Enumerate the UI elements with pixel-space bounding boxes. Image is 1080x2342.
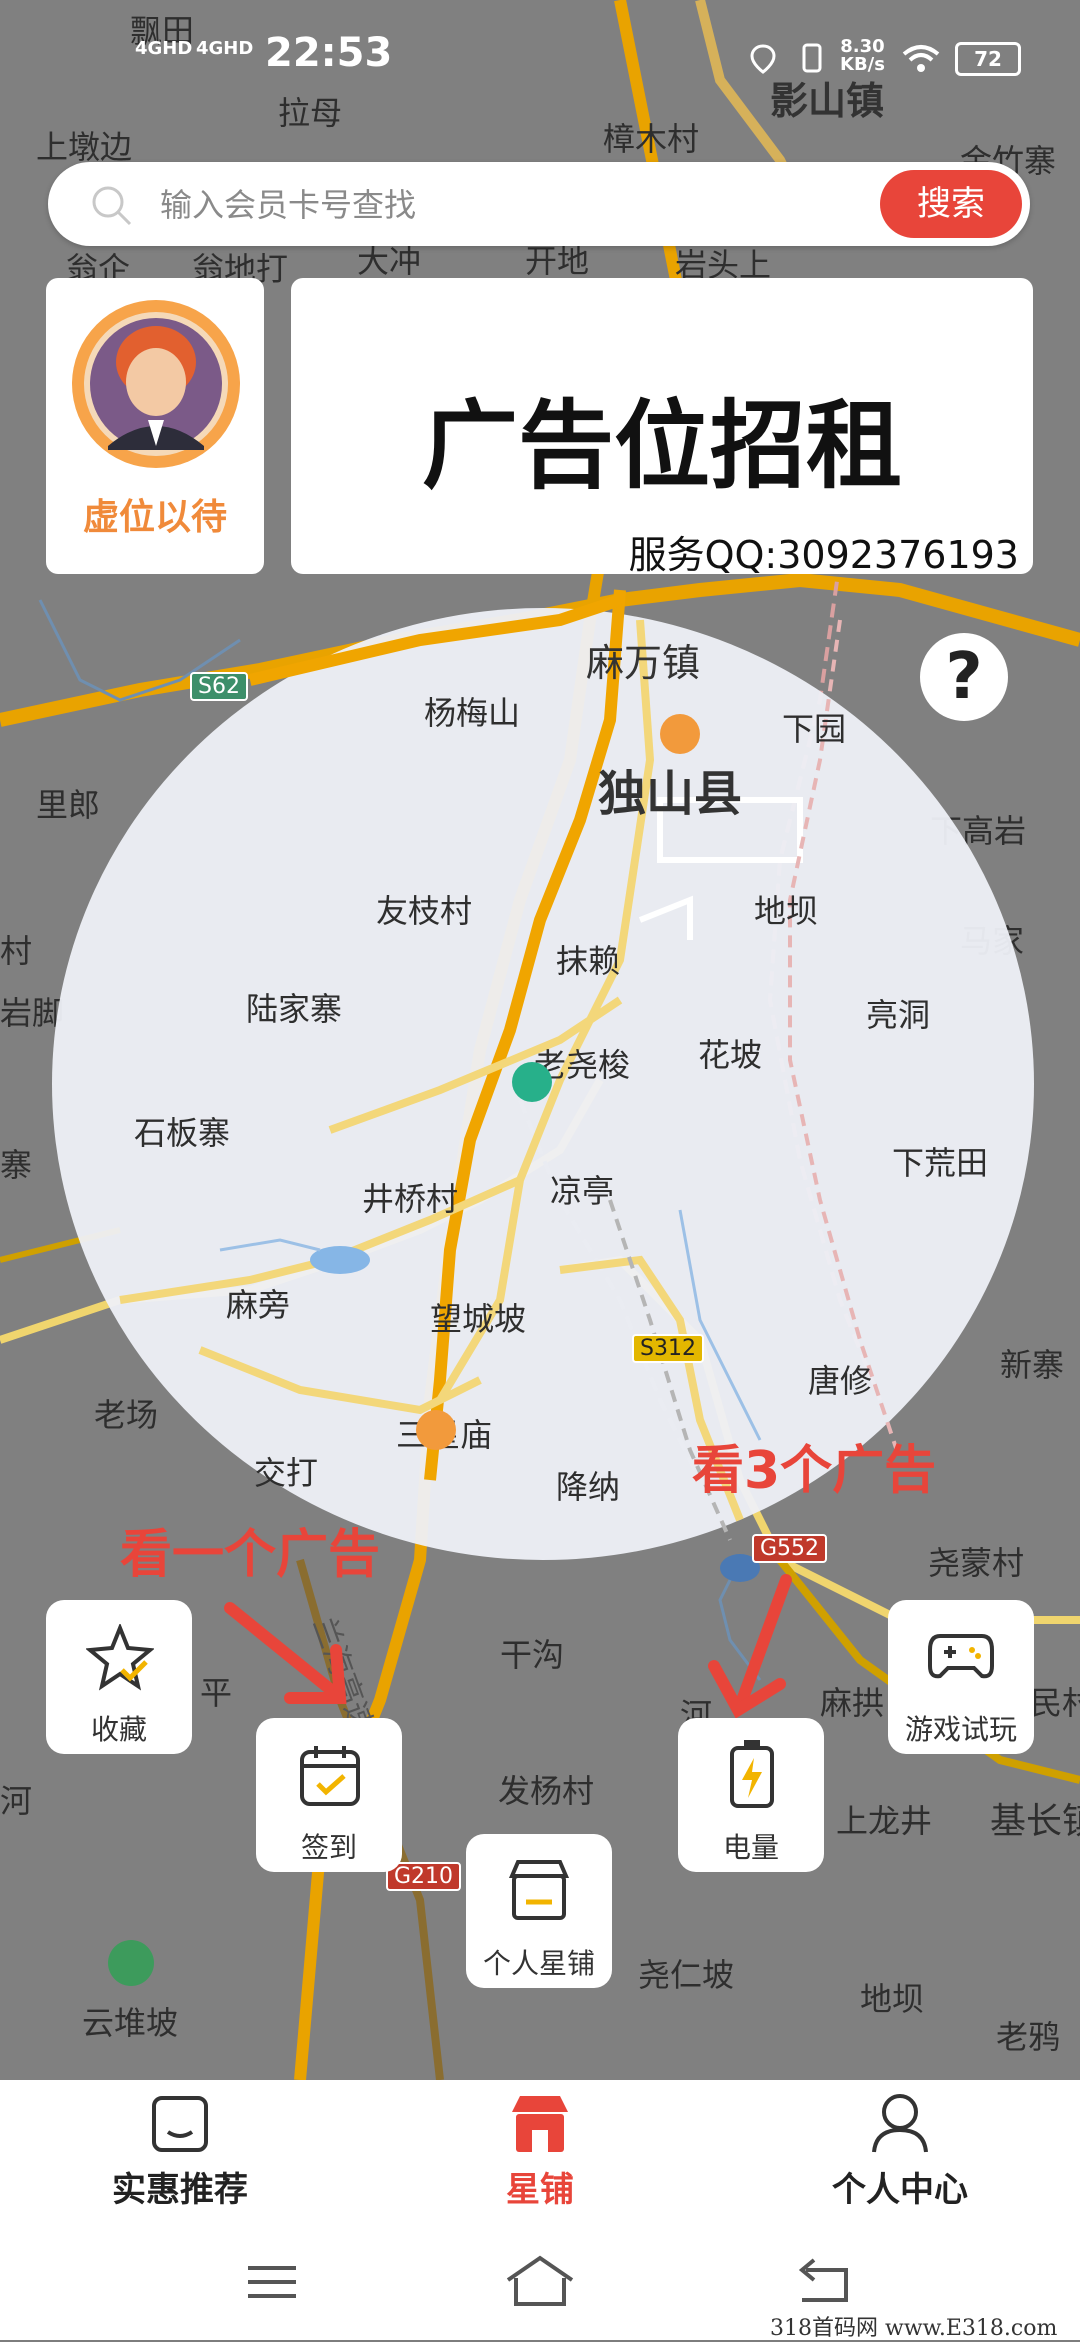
watermark: 318首码网 www.E318.com: [770, 2316, 1058, 2341]
bottom-tab-bar: 实惠推荐 星铺 个人中心: [0, 2080, 1080, 2230]
personal-shop-label: 个人星铺: [482, 1947, 595, 1980]
bag-icon: [152, 2096, 208, 2152]
game-trial-button[interactable]: 游戏试玩: [888, 1600, 1034, 1754]
shop-icon: [508, 1860, 570, 1920]
back-icon[interactable]: [794, 2254, 854, 2310]
checkin-button[interactable]: 签到: [256, 1718, 402, 1872]
checkin-label: 签到: [300, 1831, 357, 1864]
battery-icon: [730, 1740, 774, 1808]
battery-label: 电量: [722, 1831, 779, 1864]
tab-label: 星铺: [506, 2170, 574, 2210]
battery-button[interactable]: 电量: [678, 1718, 824, 1872]
tab-label: 实惠推荐: [112, 2170, 248, 2210]
favorite-label: 收藏: [90, 1713, 147, 1746]
tab-star-shop[interactable]: 星铺: [360, 2080, 720, 2230]
gamepad-icon: [928, 1634, 994, 1679]
user-icon: [872, 2094, 928, 2153]
game-trial-label: 游戏试玩: [904, 1713, 1017, 1746]
personal-shop-button[interactable]: 个人星铺: [466, 1834, 612, 1988]
home-icon[interactable]: [504, 2254, 576, 2310]
star-icon: [86, 1624, 154, 1691]
favorite-button[interactable]: 收藏: [46, 1600, 192, 1754]
tab-profile[interactable]: 个人中心: [720, 2080, 1080, 2230]
store-icon: [512, 2096, 568, 2152]
menu-icon[interactable]: [244, 2254, 300, 2310]
calendar-icon: [300, 1746, 360, 1806]
tab-recommend[interactable]: 实惠推荐: [0, 2080, 360, 2230]
annotation-arrows: [224, 1574, 792, 1719]
tab-label: 个人中心: [832, 2170, 968, 2210]
